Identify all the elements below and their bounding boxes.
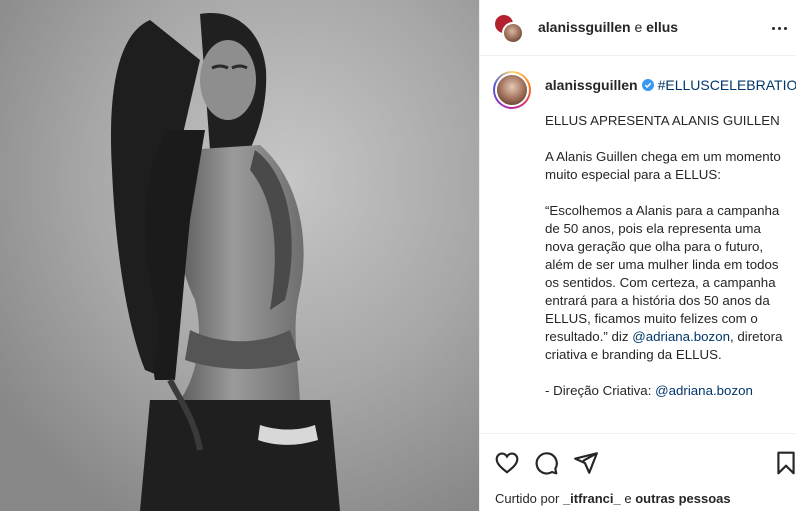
credit-mention[interactable]: @adriana.bozon (655, 383, 753, 398)
heart-icon[interactable] (494, 450, 520, 476)
likes-others[interactable]: outras pessoas (635, 491, 730, 506)
caption-area[interactable]: alanissguillen #ELLUSCELEBRATION ELLUS A… (480, 57, 796, 433)
caption-quote: “Escolhemos a Alanis para a campanha de … (545, 203, 780, 344)
likes-summary: Curtido por _itfranci_ e outras pessoas (495, 491, 731, 506)
post-side-panel: alanissguillen e ellus alanissguillen #E… (479, 0, 796, 511)
caption-text: ELLUS APRESENTA ALANIS GUILLEN A Alanis … (545, 112, 785, 418)
post-actions: Curtido por _itfranci_ e outras pessoas (480, 433, 796, 511)
caption-intro: A Alanis Guillen chega em um momento mui… (545, 149, 781, 182)
comment-icon[interactable] (533, 450, 559, 476)
caption-avatar[interactable] (493, 71, 531, 109)
more-icon-dot (783, 26, 787, 30)
collab-avatar[interactable] (493, 13, 525, 45)
caption-title: ELLUS APRESENTA ALANIS GUILLEN (545, 113, 780, 128)
caption-hashtag[interactable]: #ELLUSCELEBRATION (658, 77, 796, 93)
post-header: alanissguillen e ellus (480, 0, 796, 56)
caption-header: alanissguillen #ELLUSCELEBRATION (545, 77, 796, 93)
bookmark-icon[interactable] (773, 450, 796, 476)
credit-label: - Direção Criativa: (545, 383, 652, 398)
post-photo[interactable] (0, 0, 479, 511)
user-avatar (502, 22, 524, 44)
verified-icon (641, 79, 654, 91)
caption-mention[interactable]: @adriana.bozon (632, 329, 730, 344)
likes-user[interactable]: _itfranci_ (563, 491, 621, 506)
more-options-button[interactable] (767, 18, 791, 38)
caption-credit: - Direção Criativa: @adriana.bozon (545, 382, 785, 400)
post-photo-image (0, 0, 479, 511)
likes-prefix: Curtido por (495, 491, 560, 506)
author-connector: e (634, 19, 643, 35)
caption-username[interactable]: alanissguillen (545, 77, 638, 93)
likes-connector: e (624, 491, 632, 506)
more-icon-dot (777, 26, 781, 30)
caption-avatar-image (495, 73, 529, 107)
more-icon (771, 26, 775, 30)
author-username[interactable]: alanissguillen (538, 19, 631, 35)
collaborator-username[interactable]: ellus (646, 19, 678, 35)
share-icon[interactable] (573, 450, 599, 476)
post-authors: alanissguillen e ellus (538, 19, 678, 35)
caption-quote-paragraph: “Escolhemos a Alanis para a campanha de … (545, 202, 785, 364)
